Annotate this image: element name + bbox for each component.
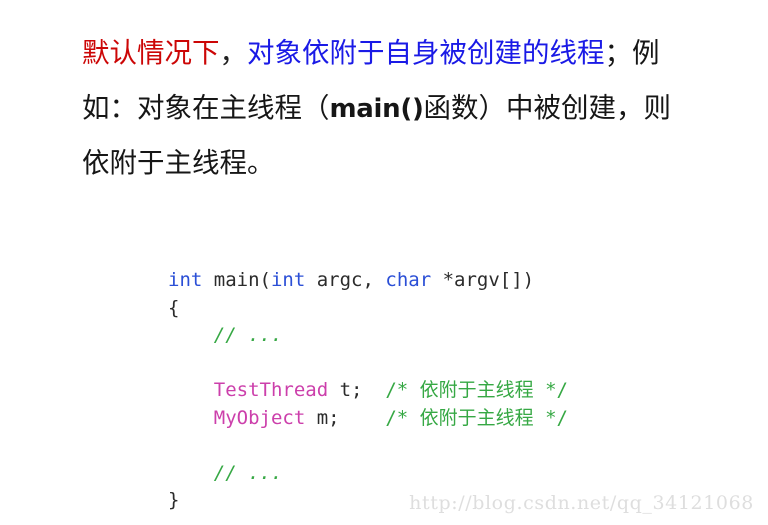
code-token-plain: t; bbox=[328, 379, 386, 401]
slide-canvas: 默认情况下，对象依附于自身被创建的线程；例 如：对象在主线程（main()函数）… bbox=[0, 0, 768, 525]
code-token-comment-italic: // ... bbox=[213, 461, 283, 484]
code-listing: int main(int argc, char *argv[]){ // ...… bbox=[168, 267, 568, 515]
code-line: // ... bbox=[168, 460, 568, 488]
emphasis-blue-text: 对象依附于自身被创建的线程 bbox=[247, 37, 605, 69]
code-token-comment-italic: // ... bbox=[213, 324, 283, 346]
code-line: { bbox=[168, 295, 568, 323]
paragraph-line-2: 如：对象在主线程（main()函数）中被创建，则 bbox=[82, 81, 758, 136]
code-token-plain: argc, bbox=[305, 269, 386, 291]
paragraph-line-1: 默认情况下，对象依附于自身被创建的线程；例 bbox=[82, 26, 758, 81]
comma-separator: ， bbox=[219, 37, 248, 69]
code-token-keyword: int bbox=[270, 269, 306, 291]
code-token-keyword: int bbox=[168, 269, 203, 291]
code-token-type: TestThread bbox=[213, 379, 329, 401]
emphasis-red-text: 默认情况下 bbox=[82, 37, 220, 69]
code-line: MyObject m; /* 依附于主线程 */ bbox=[168, 405, 568, 433]
line-2-tail-text: 函数）中被创建，则 bbox=[423, 92, 672, 124]
code-token-comment: /* 依附于主线程 */ bbox=[385, 379, 568, 401]
paragraph-line-3: 依附于主线程。 bbox=[82, 136, 758, 191]
code-token-plain: m; bbox=[305, 406, 386, 429]
code-line: int main(int argc, char *argv[]) bbox=[168, 267, 568, 295]
code-token-plain: { bbox=[168, 296, 180, 319]
line-3-text: 依附于主线程。 bbox=[82, 147, 275, 179]
code-token-comment: /* 依附于主线程 */ bbox=[385, 406, 568, 429]
code-line: // ... bbox=[168, 322, 568, 350]
explanatory-paragraph: 默认情况下，对象依附于自身被创建的线程；例 如：对象在主线程（main()函数）… bbox=[82, 26, 758, 191]
code-token-type: MyObject bbox=[213, 406, 306, 429]
line-1-tail-text: ；例 bbox=[604, 37, 660, 69]
inline-code-main: main() bbox=[329, 94, 424, 124]
code-line: TestThread t; /* 依附于主线程 */ bbox=[168, 377, 568, 405]
code-token-keyword: char bbox=[385, 269, 432, 291]
line-2-lead-text: 如：对象在主线程（ bbox=[82, 92, 330, 124]
blog-url-watermark: http://blog.csdn.net/qq_34121068 bbox=[409, 492, 754, 514]
code-token-plain: main( bbox=[202, 269, 271, 291]
code-token-plain: *argv[]) bbox=[431, 269, 535, 291]
